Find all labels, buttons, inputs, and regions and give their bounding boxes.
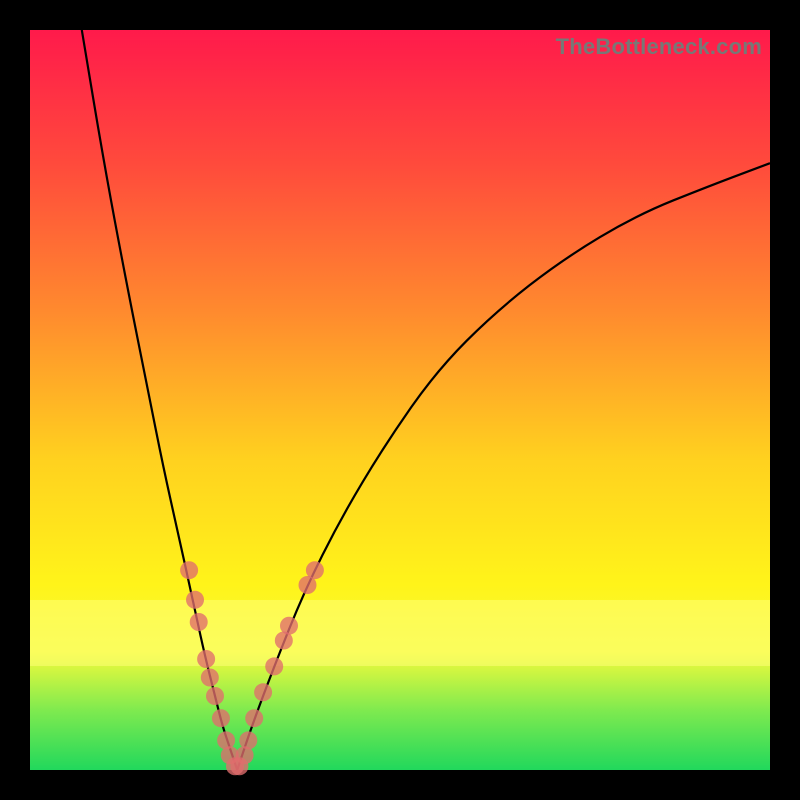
- plot-area: TheBottleneck.com: [30, 30, 770, 770]
- data-marker: [201, 669, 219, 687]
- data-marker: [245, 709, 263, 727]
- data-marker: [197, 650, 215, 668]
- data-marker: [254, 683, 272, 701]
- curve-right: [237, 163, 770, 770]
- chart-frame: TheBottleneck.com: [0, 0, 800, 800]
- data-marker: [306, 561, 324, 579]
- data-marker: [280, 617, 298, 635]
- data-marker: [186, 591, 204, 609]
- data-marker: [190, 613, 208, 631]
- marker-group: [180, 561, 324, 775]
- chart-svg: [30, 30, 770, 770]
- data-marker: [212, 709, 230, 727]
- data-marker: [239, 731, 257, 749]
- data-marker: [206, 687, 224, 705]
- data-marker: [265, 657, 283, 675]
- data-marker: [180, 561, 198, 579]
